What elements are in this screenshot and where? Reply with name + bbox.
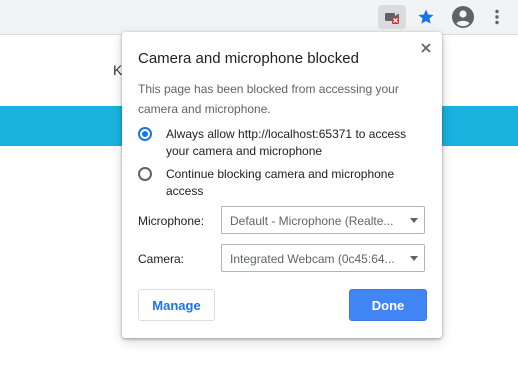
radio-checked-icon[interactable] — [138, 127, 152, 141]
chevron-down-icon — [410, 256, 418, 261]
microphone-label: Microphone: — [138, 214, 205, 228]
camera-select[interactable]: Integrated Webcam (0c45:64... — [221, 244, 425, 272]
account-icon[interactable] — [450, 4, 476, 30]
option-continue-blocking[interactable]: Continue blocking camera and microphone … — [138, 166, 428, 200]
done-button[interactable]: Done — [349, 289, 427, 321]
option-label: Continue blocking camera and microphone … — [166, 167, 395, 198]
microphone-select-value: Default - Microphone (Realte... — [230, 214, 394, 228]
microphone-select[interactable]: Default - Microphone (Realte... — [221, 206, 425, 234]
omnibox[interactable] — [0, 4, 412, 30]
permission-popup: Camera and microphone blocked This page … — [122, 32, 442, 338]
more-vert-icon[interactable] — [487, 5, 507, 29]
close-icon[interactable] — [416, 38, 436, 58]
popup-title: Camera and microphone blocked — [138, 50, 359, 67]
camera-blocked-icon[interactable] — [378, 5, 406, 29]
radio-unchecked-icon[interactable] — [138, 167, 152, 181]
chevron-down-icon — [410, 218, 418, 223]
camera-select-value: Integrated Webcam (0c45:64... — [230, 252, 395, 266]
page-heading-fragment: K — [113, 62, 123, 78]
manage-button[interactable]: Manage — [138, 289, 215, 321]
popup-message: This page has been blocked from accessin… — [138, 82, 399, 116]
star-icon[interactable] — [414, 5, 438, 29]
option-label: Always allow http://localhost:65371 to a… — [166, 127, 407, 158]
camera-label: Camera: — [138, 252, 185, 266]
browser-toolbar — [0, 0, 518, 35]
option-always-allow[interactable]: Always allow http://localhost:65371 to a… — [138, 126, 428, 160]
